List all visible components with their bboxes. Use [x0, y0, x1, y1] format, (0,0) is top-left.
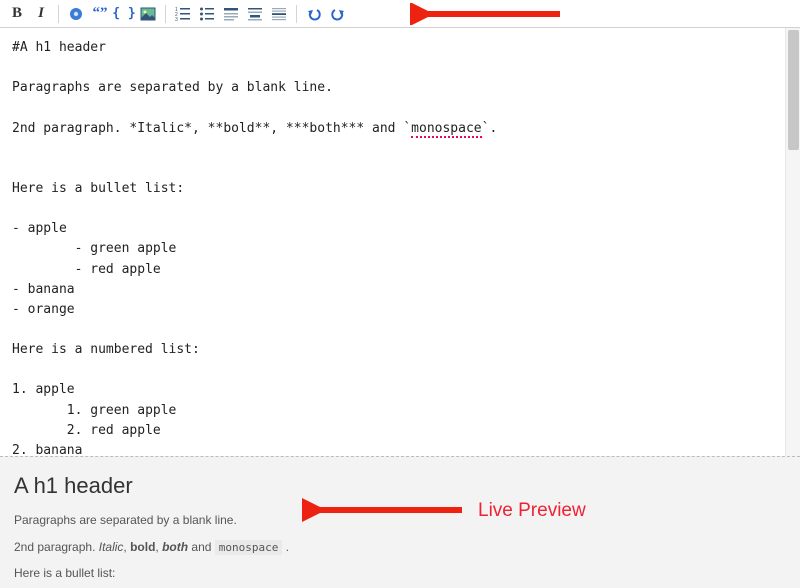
bold-button[interactable]: B	[6, 3, 28, 25]
quote-icon: “”	[93, 5, 108, 22]
undo-button[interactable]	[303, 3, 325, 25]
live-preview-pane: A h1 header Paragraphs are separated by …	[0, 456, 800, 588]
toolbar-separator	[296, 5, 297, 23]
toolbar-separator	[165, 5, 166, 23]
svg-text:3: 3	[175, 17, 178, 22]
redo-icon	[330, 6, 346, 22]
bullet-list-icon	[199, 6, 215, 22]
italic-icon: I	[38, 5, 44, 22]
editor-scrollbar[interactable]	[785, 28, 800, 456]
preview-paragraph: Here is a bullet list:	[14, 564, 786, 583]
braces-icon: { }	[112, 6, 135, 21]
align-button[interactable]	[244, 3, 266, 25]
bold-icon: B	[12, 5, 22, 22]
blockquote-button[interactable]: “”	[89, 3, 111, 25]
editor-toolbar: B I “” { } 1 2 3	[0, 0, 800, 28]
hr-icon	[271, 6, 287, 22]
redo-button[interactable]	[327, 3, 349, 25]
link-icon	[68, 6, 84, 22]
undo-icon	[306, 6, 322, 22]
image-icon	[140, 6, 156, 22]
heading-button[interactable]	[220, 3, 242, 25]
editor-pane: #A h1 header Paragraphs are separated by…	[0, 28, 800, 456]
toolbar-separator	[58, 5, 59, 23]
markdown-editor[interactable]: #A h1 header Paragraphs are separated by…	[0, 28, 784, 456]
align-icon	[247, 6, 263, 22]
preview-paragraph: Paragraphs are separated by a blank line…	[14, 511, 786, 530]
preview-h1: A h1 header	[14, 469, 786, 503]
scrollbar-thumb[interactable]	[788, 30, 799, 150]
link-button[interactable]	[65, 3, 87, 25]
ordered-list-icon: 1 2 3	[175, 6, 191, 22]
bullet-list-button[interactable]	[196, 3, 218, 25]
image-button[interactable]	[137, 3, 159, 25]
code-button[interactable]: { }	[113, 3, 135, 25]
heading-icon	[223, 6, 239, 22]
ordered-list-button[interactable]: 1 2 3	[172, 3, 194, 25]
italic-button[interactable]: I	[30, 3, 52, 25]
hr-button[interactable]	[268, 3, 290, 25]
preview-paragraph: 2nd paragraph. Italic, bold, both and mo…	[14, 538, 786, 557]
